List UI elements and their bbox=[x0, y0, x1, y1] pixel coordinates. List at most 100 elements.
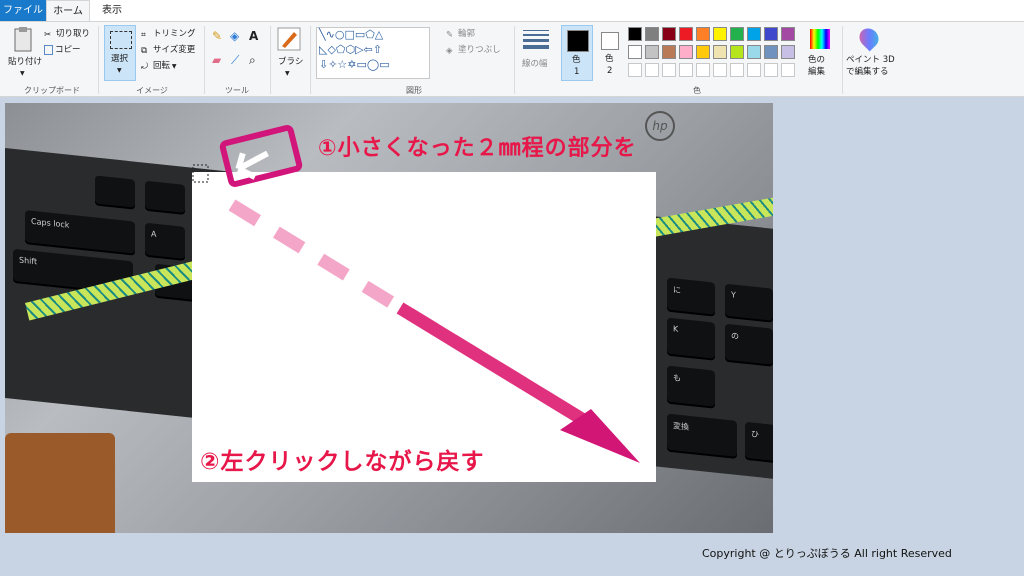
tab-home[interactable]: ホーム bbox=[46, 0, 90, 21]
outline-label: 輪郭 bbox=[458, 29, 476, 39]
color-picker-tool[interactable]: ⟋ bbox=[231, 54, 239, 66]
select-button[interactable]: 選択 ▼ bbox=[104, 25, 136, 81]
rotate-button[interactable]: ⤾ 回転 ▼ bbox=[141, 60, 177, 73]
palette-custom-slot[interactable] bbox=[662, 63, 676, 77]
palette-color-swatch[interactable] bbox=[730, 45, 744, 59]
palette-color-swatch[interactable] bbox=[730, 27, 744, 41]
palette-color-swatch[interactable] bbox=[679, 45, 693, 59]
shapes-glyphs-row2: ◺◇⬠⬡▷⇦⇧ bbox=[319, 43, 382, 56]
tab-view[interactable]: 表示 bbox=[90, 0, 134, 21]
tab-file[interactable]: ファイル bbox=[0, 0, 46, 21]
shape-outline-button[interactable]: ✎ 輪郭 bbox=[446, 28, 475, 40]
stroke-width-label: 線の幅 bbox=[522, 59, 548, 69]
dashed-diagonal-arrow-icon bbox=[228, 199, 640, 463]
palette-color-swatch[interactable] bbox=[713, 27, 727, 41]
palette-custom-slot[interactable] bbox=[730, 63, 744, 77]
palette-custom-slot[interactable] bbox=[747, 63, 761, 77]
palette-color-swatch[interactable] bbox=[696, 27, 710, 41]
shapes-gallery[interactable]: ╲∿○□▭⬠△ ◺◇⬠⬡▷⇦⇧ ⇩✧☆✡▭◯▭ bbox=[316, 27, 430, 79]
palette-color-swatch[interactable] bbox=[696, 45, 710, 59]
color2-button[interactable]: 色 2 bbox=[596, 25, 626, 81]
divider bbox=[270, 26, 271, 94]
resize-handle-icon[interactable] bbox=[192, 164, 209, 183]
palette-color-swatch[interactable] bbox=[645, 45, 659, 59]
annotation-layer bbox=[192, 125, 640, 463]
palette-custom-slot[interactable] bbox=[645, 63, 659, 77]
pink-outline-arrow-icon bbox=[219, 125, 303, 187]
palette-color-swatch[interactable] bbox=[713, 45, 727, 59]
palette-custom-slot[interactable] bbox=[764, 63, 778, 77]
palette-custom-slot[interactable] bbox=[713, 63, 727, 77]
ribbon-tab-bar: ファイル ホーム 表示 bbox=[0, 0, 1024, 21]
pencil-tool[interactable]: ✎ bbox=[212, 30, 222, 42]
group-label-shapes: 図形 bbox=[406, 86, 422, 95]
text-tool[interactable]: A bbox=[249, 30, 258, 42]
cut-button[interactable]: ✂ 切り取り bbox=[44, 28, 90, 40]
color-palette bbox=[628, 27, 808, 81]
annotation-step1: ①小さくなった２㎜程の部分を bbox=[318, 136, 637, 161]
fill-bucket-icon: ◈ bbox=[446, 45, 453, 56]
resize-icon: ⧉ bbox=[141, 45, 148, 56]
stroke-width-icon bbox=[523, 30, 549, 49]
canvas-workspace[interactable]: hp Caps lock Shift A K Y に の も 変換 ひ 英数 bbox=[0, 97, 1024, 576]
group-label-image: イメージ bbox=[136, 86, 168, 95]
edit-colors-label1: 色の bbox=[808, 55, 826, 65]
color1-button[interactable]: 色 1 bbox=[561, 25, 593, 81]
color2-num: 2 bbox=[607, 66, 613, 76]
paint-bucket-icon: ◈ bbox=[230, 29, 240, 43]
palette-color-swatch[interactable] bbox=[679, 27, 693, 41]
divider bbox=[98, 26, 99, 94]
brush-label: ブラシ bbox=[278, 57, 304, 67]
rotate-icon: ⤾ bbox=[141, 61, 149, 72]
pencil-icon: ✎ bbox=[212, 29, 223, 43]
color-wheel-icon bbox=[810, 29, 830, 49]
clipboard-icon bbox=[14, 27, 32, 52]
eyedropper-icon: ⟋ bbox=[231, 53, 240, 67]
palette-custom-slot[interactable] bbox=[628, 63, 642, 77]
chevron-down-icon: ▼ bbox=[20, 70, 25, 77]
text-a-icon: A bbox=[249, 29, 259, 43]
crop-icon: ⌗ bbox=[141, 29, 146, 40]
paint3d-icon bbox=[855, 24, 883, 52]
palette-custom-slot[interactable] bbox=[696, 63, 710, 77]
palette-color-swatch[interactable] bbox=[662, 27, 676, 41]
palette-color-swatch[interactable] bbox=[645, 27, 659, 41]
rotate-label: 回転 bbox=[153, 61, 171, 71]
palette-custom-slot[interactable] bbox=[781, 63, 795, 77]
color1-label: 色 bbox=[572, 55, 581, 65]
fill-tool[interactable]: ◈ bbox=[230, 30, 239, 42]
palette-custom-slot[interactable] bbox=[679, 63, 693, 77]
selection-rect-icon bbox=[110, 31, 132, 49]
scissors-icon: ✂ bbox=[44, 29, 52, 40]
palette-color-swatch[interactable] bbox=[747, 45, 761, 59]
copy-button[interactable]: コピー bbox=[44, 44, 81, 56]
paint3d-label2: で編集する bbox=[846, 67, 889, 77]
resize-button[interactable]: ⧉ サイズ変更 bbox=[141, 44, 195, 56]
paint3d-label1: ペイント 3D bbox=[846, 55, 895, 65]
stroke-width-button[interactable]: 線の幅 bbox=[518, 26, 554, 82]
palette-color-swatch[interactable] bbox=[781, 45, 795, 59]
magnifier-icon: ⌕ bbox=[249, 53, 256, 67]
annotation-step2: ②左クリックしながら戻す bbox=[200, 449, 485, 475]
shape-fill-button[interactable]: ◈ 塗りつぶし bbox=[446, 44, 501, 56]
palette-color-swatch[interactable] bbox=[781, 27, 795, 41]
paint3d-button[interactable]: ペイント 3D で編集する bbox=[846, 24, 895, 82]
edit-colors-button[interactable]: 色の 編集 bbox=[806, 26, 836, 82]
palette-color-swatch[interactable] bbox=[662, 45, 676, 59]
color1-num: 1 bbox=[574, 67, 580, 77]
paste-button[interactable]: 貼り付け ▼ bbox=[6, 26, 42, 82]
brush-icon bbox=[277, 27, 301, 51]
magnifier-tool[interactable]: ⌕ bbox=[249, 54, 256, 66]
palette-color-swatch[interactable] bbox=[764, 27, 778, 41]
palette-color-swatch[interactable] bbox=[764, 45, 778, 59]
copyright-footer: Copyright @ とりっぷぼうる All right Reserved bbox=[702, 547, 952, 560]
trim-button[interactable]: ⌗ トリミング bbox=[141, 28, 196, 40]
group-label-clipboard: クリップボード bbox=[24, 86, 80, 95]
palette-color-swatch[interactable] bbox=[628, 45, 642, 59]
palette-color-swatch[interactable] bbox=[747, 27, 761, 41]
eraser-tool[interactable]: ▰ bbox=[212, 54, 221, 66]
palette-color-swatch[interactable] bbox=[628, 27, 642, 41]
brush-button[interactable]: ブラシ ▼ bbox=[274, 26, 304, 82]
fill-label: 塗りつぶし bbox=[458, 45, 501, 55]
ribbon: 貼り付け ▼ ✂ 切り取り コピー クリップボード 選択 ▼ ⌗ トリミング ⧉ サイ… bbox=[0, 21, 1024, 97]
